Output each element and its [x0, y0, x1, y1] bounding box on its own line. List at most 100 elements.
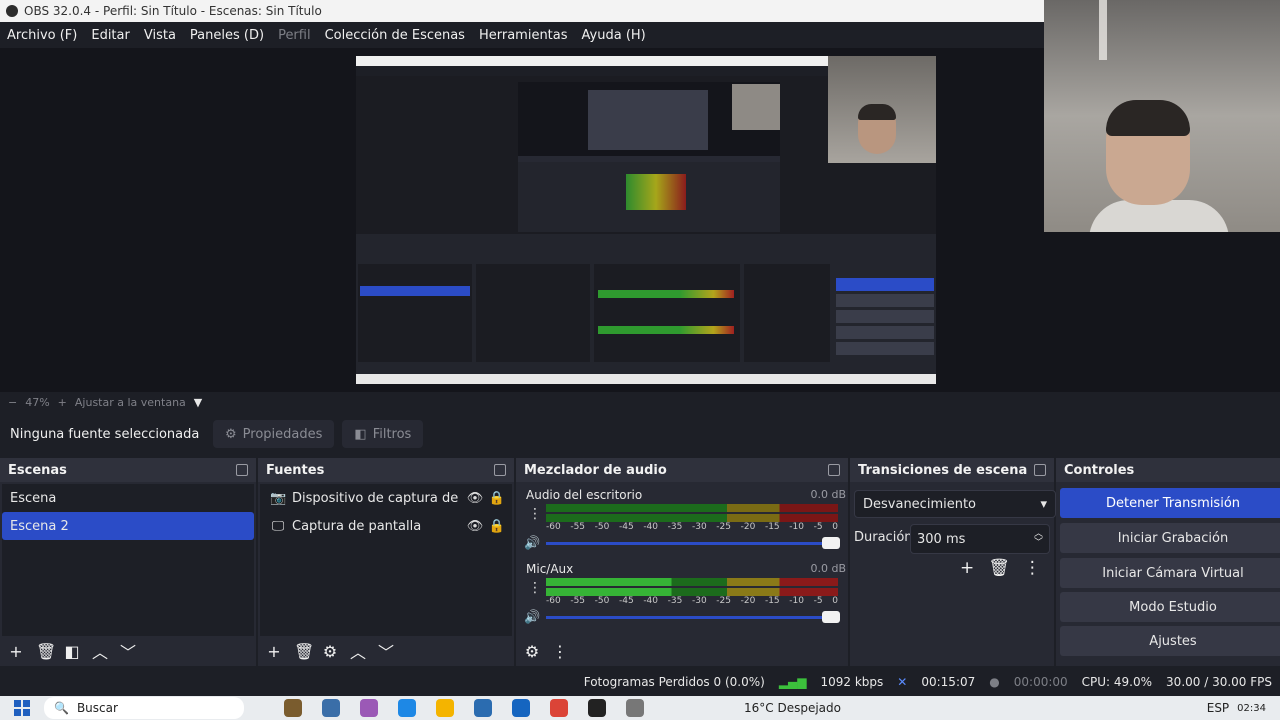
taskview-icon[interactable] [322, 699, 340, 717]
nested-meter-1 [598, 290, 734, 298]
trash-icon[interactable]: 🗑 [294, 642, 314, 661]
mixer-footer: ⚙ ⋮ [516, 636, 848, 666]
menu-vista[interactable]: Vista [137, 28, 183, 43]
widget-icon[interactable] [284, 699, 302, 717]
scene-item-selected[interactable]: Escena 2 [2, 512, 254, 540]
chevron-up-icon[interactable]: ︿ [92, 639, 108, 663]
studio-mode-button[interactable]: Modo Estudio [1060, 592, 1280, 622]
menu-paneles[interactable]: Paneles (D) [183, 28, 271, 43]
scene-item[interactable]: Escena [2, 484, 254, 512]
volume-slider[interactable] [546, 611, 840, 623]
source-item[interactable]: 🖵 Captura de pantalla 👁 🔒 [260, 512, 512, 540]
lock-icon[interactable]: 🔒 [488, 491, 506, 506]
undock-icon[interactable] [494, 464, 506, 476]
menu-coleccion-escenas[interactable]: Colección de Escenas [318, 28, 472, 43]
menu-editar[interactable]: Editar [84, 28, 137, 43]
trash-icon[interactable]: 🗑 [36, 642, 56, 661]
menu-ayuda[interactable]: Ayuda (H) [575, 28, 653, 43]
source-item[interactable]: 📷 Dispositivo de captura de vid 👁 🔒 [260, 484, 512, 512]
folder-icon[interactable] [436, 699, 454, 717]
language-indicator[interactable]: ESP [1207, 701, 1229, 715]
windows-taskbar: 🔍 Buscar 16°C Despejado ESP 02:34 [0, 696, 1280, 720]
meter-ticks: -60 -55 -50 -45 -40 -35 -30 -25 -20 -15 -10 -5 0 [546, 596, 838, 606]
controls-header: Controles [1056, 458, 1280, 482]
nested-stop-stream [836, 278, 934, 291]
eye-icon[interactable]: 👁 [466, 491, 484, 506]
zoom-out-icon[interactable]: − [8, 396, 17, 409]
weather-widget[interactable]: 16°C Despejado [744, 701, 841, 715]
duration-value: 300 ms [917, 531, 966, 547]
volume-knob[interactable] [822, 611, 840, 623]
more-vertical-icon[interactable]: ⋮ [1024, 558, 1041, 578]
more-vertical-icon[interactable]: ⋮ [528, 506, 542, 526]
undock-icon[interactable] [828, 464, 840, 476]
add-icon[interactable]: + [960, 558, 974, 578]
more-vertical-icon[interactable]: ⋮ [528, 580, 542, 600]
app-icon[interactable] [626, 699, 644, 717]
nested-dock-area [356, 234, 936, 374]
trash-icon[interactable]: 🗑 [988, 558, 1010, 578]
scenes-list: Escena Escena 2 [2, 484, 254, 636]
undock-icon[interactable] [1034, 464, 1046, 476]
settings-button[interactable]: Ajustes [1060, 626, 1280, 656]
sources-dock: Fuentes 📷 Dispositivo de captura de vid … [258, 458, 514, 666]
zoom-fit-select[interactable]: Ajustar a la ventana [75, 396, 186, 409]
add-icon[interactable]: + [266, 642, 282, 661]
advanced-audio-icon[interactable]: ⚙ [524, 642, 540, 661]
menu-archivo[interactable]: Archivo (F) [0, 28, 84, 43]
undock-icon[interactable] [236, 464, 248, 476]
lock-icon[interactable]: 🔒 [488, 519, 506, 534]
sources-title: Fuentes [266, 462, 325, 478]
stream-time: 00:15:07 [921, 675, 976, 689]
stream-icon: ✕ [897, 675, 908, 689]
sources-footer: + 🗑 ⚙ ︿ ﹀ [258, 636, 514, 666]
person-shirt [1089, 200, 1229, 232]
nested-obs-window [518, 82, 780, 232]
chrome-icon[interactable] [550, 699, 568, 717]
chevron-down-icon[interactable]: ﹀ [120, 639, 136, 663]
add-icon[interactable]: + [8, 642, 24, 661]
edge-icon[interactable] [398, 699, 416, 717]
filter-icon[interactable]: ◧ [64, 642, 80, 661]
properties-button[interactable]: ⚙ Propiedades [213, 420, 335, 448]
transitions-title: Transiciones de escena [858, 462, 1028, 478]
duration-label: Duración [854, 530, 913, 545]
gear-icon[interactable]: ⚙ [322, 642, 338, 661]
controls-title: Controles [1064, 462, 1135, 478]
obs-icon[interactable] [588, 699, 606, 717]
menu-bar: Archivo (F) Editar Vista Paneles (D) Per… [0, 22, 1044, 48]
mixer-header: Mezclador de audio [516, 458, 848, 482]
chevron-down-icon[interactable]: ﹀ [378, 639, 394, 663]
windows-start-icon[interactable] [14, 700, 30, 716]
transitions-dock: Transiciones de escena Desvanecimiento ▾… [850, 458, 1056, 666]
speaker-icon[interactable]: 🔊 [524, 536, 540, 551]
speaker-icon[interactable]: 🔊 [524, 610, 540, 625]
transition-select[interactable]: Desvanecimiento ▾ [854, 490, 1056, 518]
mail-icon[interactable] [512, 699, 530, 717]
menu-herramientas[interactable]: Herramientas [472, 28, 575, 43]
more-vertical-icon[interactable]: ⋮ [552, 642, 568, 661]
filters-button[interactable]: ◧ Filtros [342, 420, 424, 448]
store-icon[interactable] [474, 699, 492, 717]
copilot-icon[interactable] [360, 699, 378, 717]
zoom-in-icon[interactable]: + [58, 396, 67, 409]
eye-icon[interactable]: 👁 [466, 519, 484, 534]
stop-stream-button[interactable]: Detener Transmisión [1060, 488, 1280, 518]
chevron-up-icon[interactable]: ︿ [350, 639, 366, 663]
taskbar-search[interactable]: 🔍 Buscar [44, 697, 244, 719]
volume-knob[interactable] [822, 537, 840, 549]
mixer-title: Mezclador de audio [524, 462, 667, 478]
mixer-channel-mic: Mic/Aux 0.0 dB ⋮ -60 -55 -50 -45 -40 -35 -30 -2… [522, 562, 852, 632]
search-icon: 🔍 [54, 701, 69, 715]
volume-slider[interactable] [546, 537, 840, 549]
start-recording-button[interactable]: Iniciar Grabación [1060, 523, 1280, 553]
chevron-down-icon[interactable]: ▼ [194, 396, 202, 409]
start-virtual-camera-button[interactable]: Iniciar Cámara Virtual [1060, 558, 1280, 588]
screen-capture-preview [356, 56, 936, 384]
menu-perfil[interactable]: Perfil [271, 28, 318, 43]
duration-spinbox[interactable]: 300 ms ︿ ﹀ [910, 524, 1050, 554]
clock[interactable]: 02:34 [1237, 703, 1266, 714]
source-label: Captura de pantalla [292, 518, 422, 534]
spin-arrows-icon[interactable]: ︿ ﹀ [1034, 530, 1043, 548]
level-meter [546, 578, 838, 586]
